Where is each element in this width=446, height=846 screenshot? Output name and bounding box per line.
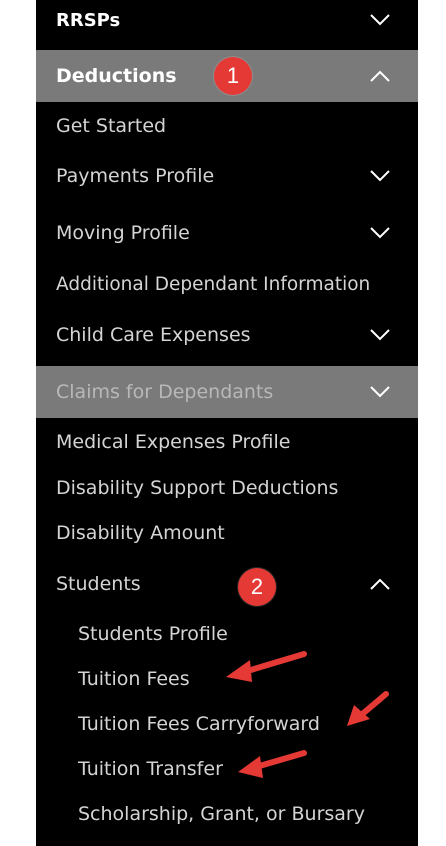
chevron-down-icon[interactable] — [370, 329, 390, 341]
nav-item-label: Disability Support Deductions — [56, 477, 339, 499]
nav-item-label: Students Profile — [78, 623, 228, 645]
nav-item-medical-expenses[interactable]: Medical Expenses Profile — [36, 420, 418, 464]
nav-item-label: Medical Expenses Profile — [56, 431, 291, 453]
nav-item-label: RRSPs — [56, 9, 121, 31]
chevron-down-icon[interactable] — [370, 14, 390, 26]
nav-item-label: Additional Dependant Information — [56, 273, 371, 295]
nav-item-label: Get Started — [56, 115, 167, 137]
nav-item-label: Disability Amount — [56, 522, 225, 544]
nav-item-payments-profile[interactable]: Payments Profile — [36, 154, 418, 198]
nav-item-rrsps[interactable]: RRSPs — [36, 0, 418, 40]
nav-item-get-started[interactable]: Get Started — [36, 104, 418, 148]
nav-item-label: Deductions — [56, 65, 177, 87]
nav-item-label: Scholarship, Grant, or Bursary — [78, 803, 365, 825]
chevron-up-icon[interactable] — [370, 70, 390, 82]
nav-item-students[interactable]: Students — [36, 562, 418, 606]
nav-item-label: Claims for Dependants — [56, 381, 274, 403]
annotation-arrow-icon — [226, 651, 307, 682]
nav-item-label: Child Care Expenses — [56, 324, 251, 346]
nav-item-label: Moving Profile — [56, 222, 190, 244]
chevron-down-icon[interactable] — [370, 227, 390, 239]
nav-item-disability-support[interactable]: Disability Support Deductions — [36, 466, 418, 510]
nav-item-label: Tuition Fees Carryforward — [78, 713, 320, 735]
chevron-down-icon[interactable] — [370, 170, 390, 182]
annotation-arrow-icon — [347, 691, 389, 726]
nav-item-label: Students — [56, 573, 141, 595]
nav-item-label: Payments Profile — [56, 165, 215, 187]
nav-item-moving-profile[interactable]: Moving Profile — [36, 211, 418, 255]
nav-item-claims-dependants[interactable]: Claims for Dependants — [36, 366, 418, 418]
annotation-badge-2: 2 — [238, 568, 276, 606]
nav-item-disability-amount[interactable]: Disability Amount — [36, 511, 418, 555]
nav-item-label: Tuition Fees — [78, 668, 190, 690]
nav-item-child-care[interactable]: Child Care Expenses — [36, 313, 418, 357]
chevron-down-icon[interactable] — [370, 386, 390, 398]
nav-item-additional-dependant[interactable]: Additional Dependant Information — [36, 262, 418, 306]
annotation-badge-1: 1 — [214, 57, 252, 95]
nav-subitem-tuition-transfer[interactable]: Tuition Transfer — [36, 747, 418, 791]
annotation-arrow-icon — [238, 750, 307, 778]
nav-item-label: Tuition Transfer — [78, 758, 223, 780]
chevron-up-icon[interactable] — [370, 578, 390, 590]
nav-subitem-scholarship[interactable]: Scholarship, Grant, or Bursary — [36, 792, 418, 836]
